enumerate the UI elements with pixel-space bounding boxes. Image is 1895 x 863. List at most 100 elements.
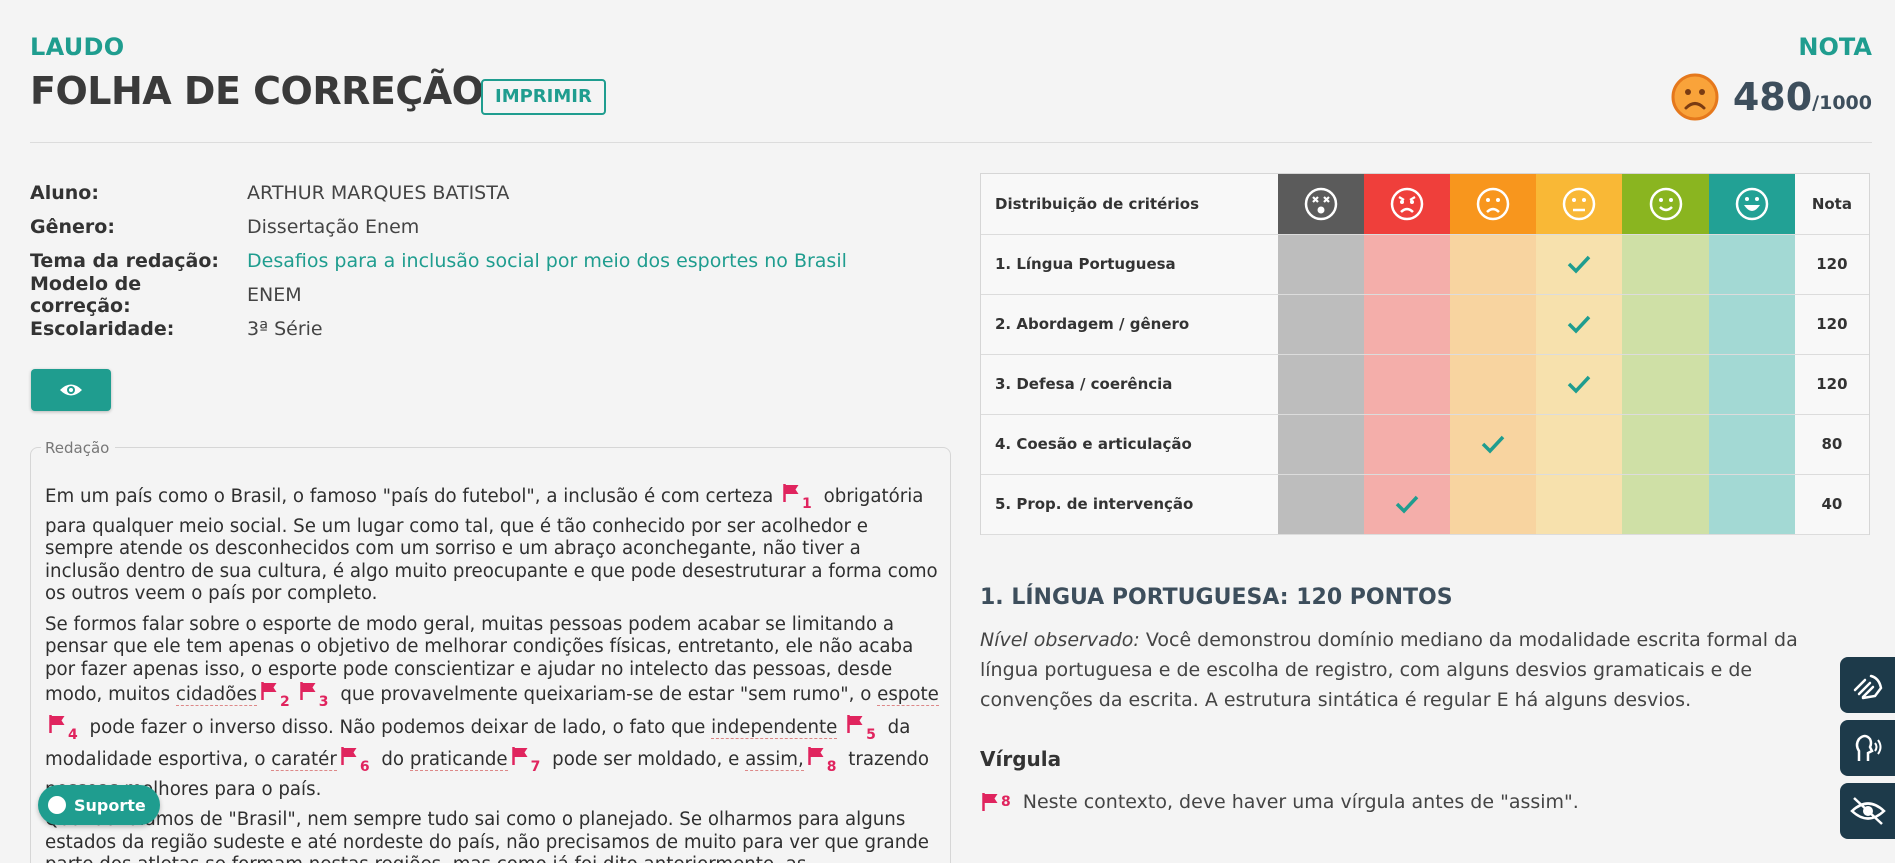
flag-number: 3 — [318, 694, 329, 710]
essay-text: Em um país como o Brasil, o famoso "país… — [45, 483, 940, 863]
check-icon — [1568, 255, 1591, 274]
criteria-header-row: Distribuição de critérios Nota — [981, 174, 1869, 235]
correction-flag[interactable]: 7 — [508, 747, 547, 775]
correction-flag[interactable]: 4 — [45, 714, 84, 743]
criteria-name: 4. Coesão e articulação — [981, 414, 1278, 475]
section-title: Vírgula — [980, 747, 1062, 771]
essay-paragraph: Se formos falar sobre o esporte de modo … — [45, 614, 940, 802]
page-header: LAUDO FOLHA DE CORREÇÃO IMPRIMIR NOTA 48… — [30, 33, 1872, 143]
view-button[interactable] — [31, 369, 111, 411]
essay-segment: pode fazer o inverso disso. Não podemos … — [89, 716, 706, 738]
criteria-score: 120 — [1794, 294, 1869, 355]
correction-flag[interactable]: 2 — [257, 682, 296, 710]
correction-flag[interactable]: 6 — [337, 747, 376, 775]
grin-face-icon — [1735, 187, 1768, 220]
correction-note[interactable]: 8 Neste contexto, deve haver uma vírgula… — [980, 791, 1579, 813]
criteria-name: 1. Língua Portuguesa — [981, 234, 1278, 295]
support-button[interactable]: Suporte — [38, 785, 160, 825]
info-key: Escolaridade: — [30, 318, 175, 340]
info-row: Modelo de correção: ENEM — [30, 273, 940, 317]
sign-language-icon — [1853, 674, 1882, 700]
eye-icon — [60, 384, 82, 396]
observed-label: Nível observado: — [980, 629, 1140, 651]
correction-flag[interactable]: 8 — [804, 747, 843, 775]
audio-reader-icon — [1855, 734, 1881, 761]
info-row: Gênero: Dissertação Enem — [30, 210, 940, 244]
sad-face-icon — [1671, 73, 1719, 121]
marked-word[interactable]: cidadões — [175, 684, 258, 706]
flag-number: 7 — [530, 759, 541, 775]
marked-word[interactable]: caratér — [271, 749, 337, 771]
marked-word[interactable]: espote — [877, 684, 939, 706]
flag-icon — [982, 793, 998, 811]
info-row: Aluno: ARTHUR MARQUES BATISTA — [30, 176, 940, 210]
visual-contrast-button[interactable] — [1840, 783, 1895, 839]
criteria-score: 40 — [1794, 474, 1869, 535]
neutral-face-icon — [1563, 187, 1596, 220]
detail-title: 1. LÍNGUA PORTUGUESA: 120 PONTOS — [980, 585, 1453, 610]
support-label: Suporte — [74, 795, 146, 815]
print-button[interactable]: IMPRIMIR — [481, 79, 606, 115]
correction-flag[interactable]: 3 — [296, 682, 335, 710]
correction-flag[interactable]: 5 — [843, 714, 882, 743]
criteria-row[interactable]: 3. Defesa / coerência 120 — [981, 354, 1869, 415]
angry-face-icon — [1390, 187, 1424, 220]
flag-icon — [847, 714, 863, 733]
check-icon — [1481, 435, 1505, 454]
criteria-header-label: Distribuição de critérios — [981, 174, 1278, 235]
check-icon — [1568, 375, 1591, 394]
support-icon — [48, 796, 66, 814]
flag-icon — [511, 747, 528, 765]
info-value: Dissertação Enem — [247, 216, 420, 238]
essay-paragraph: Quando falamos de "Brasil", nem sempre t… — [45, 809, 929, 863]
smile-face-icon — [1649, 187, 1682, 220]
criteria-score: 80 — [1794, 414, 1869, 475]
criteria-table: Distribuição de critérios Nota 1. Língua — [980, 173, 1870, 535]
dizzy-face-icon — [1304, 187, 1337, 220]
detail-text: Nível observado: Você demonstrou domínio… — [980, 625, 1830, 715]
criteria-row[interactable]: 4. Coesão e articulação 80 — [981, 414, 1869, 475]
level-header — [1622, 174, 1709, 235]
info-value: ENEM — [247, 284, 302, 306]
criteria-name: 2. Abordagem / gênero — [981, 294, 1278, 355]
check-icon — [1568, 315, 1591, 334]
visual-contrast-icon — [1849, 797, 1886, 825]
criteria-row[interactable]: 5. Prop. de intervenção 40 — [981, 474, 1869, 535]
level-header — [1363, 174, 1451, 235]
audio-reader-button[interactable] — [1840, 720, 1895, 776]
criteria-row[interactable]: 1. Língua Portuguesa 120 — [981, 234, 1869, 295]
flag-number: 2 — [280, 694, 290, 710]
essay-segment: do — [381, 749, 405, 770]
flag-icon — [783, 484, 799, 502]
flag-icon — [300, 682, 316, 700]
essay-segment: pode ser moldado, e — [552, 749, 740, 770]
page-title: FOLHA DE CORREÇÃO — [30, 69, 484, 113]
info-key: Tema da redação: — [30, 250, 220, 272]
score-display: 480 /1000 — [1671, 69, 1872, 125]
correction-flag[interactable]: 1 — [779, 484, 818, 512]
info-key: Aluno: — [30, 182, 99, 204]
flag-number: 6 — [359, 759, 370, 775]
level-header — [1450, 174, 1537, 235]
info-key: Gênero: — [30, 216, 115, 238]
essay-segment: que provavelmente queixariam-se de estar… — [340, 684, 872, 705]
marked-word[interactable]: praticande — [409, 749, 508, 771]
marked-word[interactable]: independente — [711, 716, 838, 739]
criteria-score: 120 — [1794, 234, 1869, 295]
essay-theme-link[interactable]: Desafios para a inclusão social por meio… — [247, 250, 847, 272]
sign-language-button[interactable] — [1840, 657, 1895, 713]
flag-icon — [808, 747, 824, 765]
criteria-row[interactable]: 2. Abordagem / gênero 120 — [981, 294, 1869, 355]
criteria-name: 3. Defesa / coerência — [981, 354, 1278, 415]
sad-face-icon — [1476, 187, 1510, 220]
criteria-name: 5. Prop. de intervenção — [981, 474, 1278, 535]
flag-icon — [341, 747, 357, 765]
essay-legend: Redação — [41, 439, 116, 457]
flag-number: 5 — [866, 726, 876, 743]
criteria-score: 120 — [1794, 354, 1869, 415]
info-key: Modelo de correção: — [30, 273, 142, 317]
level-header — [1277, 174, 1364, 235]
flag-number: 8 — [826, 759, 837, 775]
level-header — [1536, 174, 1623, 235]
marked-word[interactable]: assim, — [745, 749, 804, 771]
